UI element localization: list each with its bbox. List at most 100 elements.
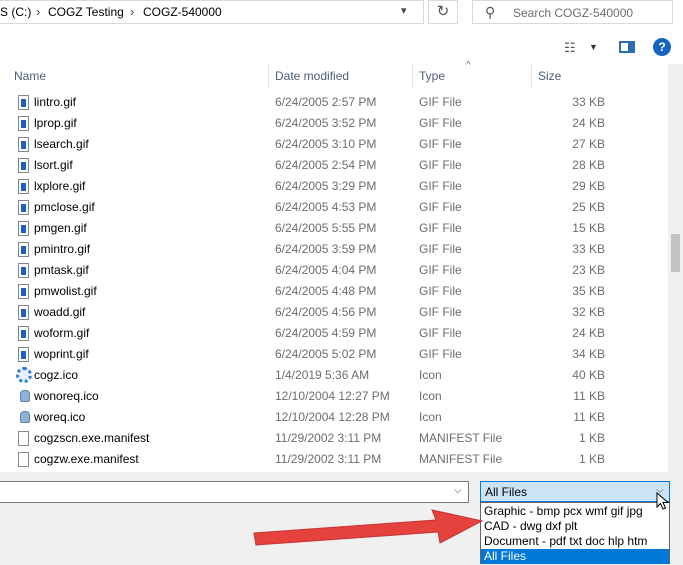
file-row[interactable]: pmgen.gif 6/24/2005 5:55 PM GIF File 15 KB (0, 218, 668, 239)
file-name: lintro.gif (34, 95, 77, 109)
gif-file-icon (18, 137, 29, 152)
file-row[interactable]: pmintro.gif 6/24/2005 3:59 PM GIF File 33 K… (0, 239, 668, 260)
file-date-modified: 6/24/2005 3:29 PM (275, 179, 377, 193)
file-type: GIF File (419, 116, 462, 130)
file-size: 15 KB (572, 221, 605, 235)
file-date-modified: 6/24/2005 4:04 PM (275, 263, 377, 277)
file-type-option-all-files[interactable]: All Files (481, 549, 669, 564)
file-type: GIF File (419, 179, 462, 193)
file-size: 25 KB (572, 200, 605, 214)
gif-file-icon (18, 347, 29, 362)
gif-file-icon (18, 116, 29, 131)
file-date-modified: 11/29/2002 3:11 PM (275, 431, 382, 445)
file-date-modified: 6/24/2005 4:53 PM (275, 200, 377, 214)
address-history-chevron-icon[interactable]: ▾ (401, 4, 407, 17)
refresh-icon: ↻ (436, 3, 450, 20)
scrollbar-thumb[interactable] (671, 234, 680, 272)
file-date-modified: 12/10/2004 12:28 PM (275, 410, 390, 424)
file-size: 33 KB (572, 242, 605, 256)
file-row[interactable]: lprop.gif 6/24/2005 3:52 PM GIF File 24 KB (0, 113, 668, 134)
view-options-icon[interactable]: ☷ (564, 40, 576, 56)
file-row[interactable]: cogz.ico 1/4/2019 5:36 AM Icon 40 KB (0, 365, 668, 386)
file-date-modified: 6/24/2005 5:02 PM (275, 347, 377, 361)
breadcrumb-current-folder[interactable]: COGZ-540000 (143, 5, 222, 19)
file-name: pmtask.gif (34, 263, 89, 277)
file-type: Icon (419, 389, 442, 403)
file-date-modified: 6/24/2005 2:57 PM (275, 95, 377, 109)
manifest-file-icon (18, 452, 29, 467)
annotation-arrow-icon (253, 509, 484, 546)
gif-file-icon (18, 242, 29, 257)
file-row[interactable]: pmtask.gif 6/24/2005 4:04 PM GIF File 23 KB (0, 260, 668, 281)
file-type-selected-value: All Files (485, 485, 528, 499)
file-date-modified: 1/4/2019 5:36 AM (275, 368, 370, 382)
file-row[interactable]: pmclose.gif 6/24/2005 4:53 PM GIF File 25 K… (0, 197, 668, 218)
preview-pane-icon[interactable] (619, 41, 635, 53)
gif-file-icon (18, 305, 29, 320)
gif-file-icon (18, 158, 29, 173)
file-size: 32 KB (572, 305, 605, 319)
gif-file-icon (18, 284, 29, 299)
file-row[interactable]: woreq.ico 12/10/2004 12:28 PM Icon 11 KB (0, 407, 668, 428)
view-toolbar: ☷ ▼ ? (0, 30, 683, 64)
file-row[interactable]: lsort.gif 6/24/2005 2:54 PM GIF File 28 KB (0, 155, 668, 176)
file-name: woprint.gif (34, 347, 89, 361)
file-row[interactable]: lintro.gif 6/24/2005 2:57 PM GIF File 33 KB (0, 92, 668, 113)
file-type-dropdown-list: Graphic - bmp pcx wmf gif jpg CAD - dwg … (480, 502, 670, 564)
file-row[interactable]: cogzscn.exe.manifest 11/29/2002 3:11 PM MA… (0, 428, 668, 449)
gif-file-icon (18, 200, 29, 215)
file-row[interactable]: wonoreq.ico 12/10/2004 12:27 PM Icon 11 KB (0, 386, 668, 407)
file-type-option-graphic[interactable]: Graphic - bmp pcx wmf gif jpg (481, 504, 669, 519)
gif-file-icon (18, 263, 29, 278)
file-size: 27 KB (572, 137, 605, 151)
file-row[interactable]: woadd.gif 6/24/2005 4:56 PM GIF File 32 KB (0, 302, 668, 323)
file-row[interactable]: woprint.gif 6/24/2005 5:02 PM GIF File 34 K… (0, 344, 668, 365)
file-type: Icon (419, 410, 442, 424)
search-box[interactable]: ⚲ Search COGZ-540000 (472, 0, 673, 24)
file-name: woform.gif (34, 326, 90, 340)
file-type-option-cad[interactable]: CAD - dwg dxf plt (481, 519, 669, 534)
file-type: GIF File (419, 242, 462, 256)
file-date-modified: 6/24/2005 3:59 PM (275, 242, 377, 256)
help-icon[interactable]: ? (653, 38, 671, 56)
chevron-down-icon[interactable]: ▼ (589, 42, 598, 52)
gif-file-icon (18, 95, 29, 110)
file-type-option-document[interactable]: Document - pdf txt doc hlp htm (481, 534, 669, 549)
file-type: GIF File (419, 137, 462, 151)
file-name: pmgen.gif (34, 221, 87, 235)
file-type: MANIFEST File (419, 431, 503, 445)
file-date-modified: 6/24/2005 3:52 PM (275, 116, 377, 130)
address-row: S (C:) › COGZ Testing › COGZ-540000 ▾ ↻ … (0, 0, 683, 30)
file-type: GIF File (419, 305, 462, 319)
ico-file-icon (20, 411, 30, 423)
file-date-modified: 6/24/2005 4:48 PM (275, 284, 377, 298)
file-type: GIF File (419, 263, 462, 277)
file-row[interactable]: lsearch.gif 6/24/2005 3:10 PM GIF File 27 K… (0, 134, 668, 155)
column-header-type[interactable]: Type (413, 64, 531, 88)
vertical-scrollbar[interactable] (668, 64, 683, 472)
column-header-date[interactable]: Date modified (269, 64, 412, 88)
breadcrumb-drive[interactable]: S (C:) (0, 5, 31, 19)
file-size: 23 KB (572, 263, 605, 277)
file-name: lsort.gif (34, 158, 73, 172)
breadcrumb-cogz-testing[interactable]: COGZ Testing (48, 5, 124, 19)
file-row[interactable]: cogzw.exe.manifest 11/29/2002 3:11 PM MANI… (0, 449, 668, 470)
file-size: 11 KB (573, 389, 605, 403)
file-type-select[interactable]: All Files ⌵ (480, 481, 670, 502)
address-bar[interactable]: S (C:) › COGZ Testing › COGZ-540000 ▾ (0, 0, 424, 24)
column-header-name[interactable]: Name (8, 64, 268, 88)
column-header-size[interactable]: Size (532, 64, 612, 88)
refresh-button[interactable]: ↻ (428, 0, 458, 24)
file-row[interactable]: pmwolist.gif 6/24/2005 4:48 PM GIF File 35 … (0, 281, 668, 302)
search-input[interactable]: Search COGZ-540000 (513, 6, 633, 20)
manifest-file-icon (18, 431, 29, 446)
column-header-row: Name Date modified Type ^ Size (0, 60, 668, 88)
file-name: cogzw.exe.manifest (34, 452, 139, 466)
file-row[interactable]: lxplore.gif 6/24/2005 3:29 PM GIF File 29 K… (0, 176, 668, 197)
file-row[interactable]: woform.gif 6/24/2005 4:59 PM GIF File 24 KB (0, 323, 668, 344)
file-name: woadd.gif (34, 305, 86, 319)
breadcrumb-separator-icon: › (130, 4, 135, 19)
file-name: lsearch.gif (34, 137, 89, 151)
file-name-history-chevron-icon[interactable]: ⌵ (454, 485, 462, 496)
file-size: 24 KB (572, 116, 605, 130)
